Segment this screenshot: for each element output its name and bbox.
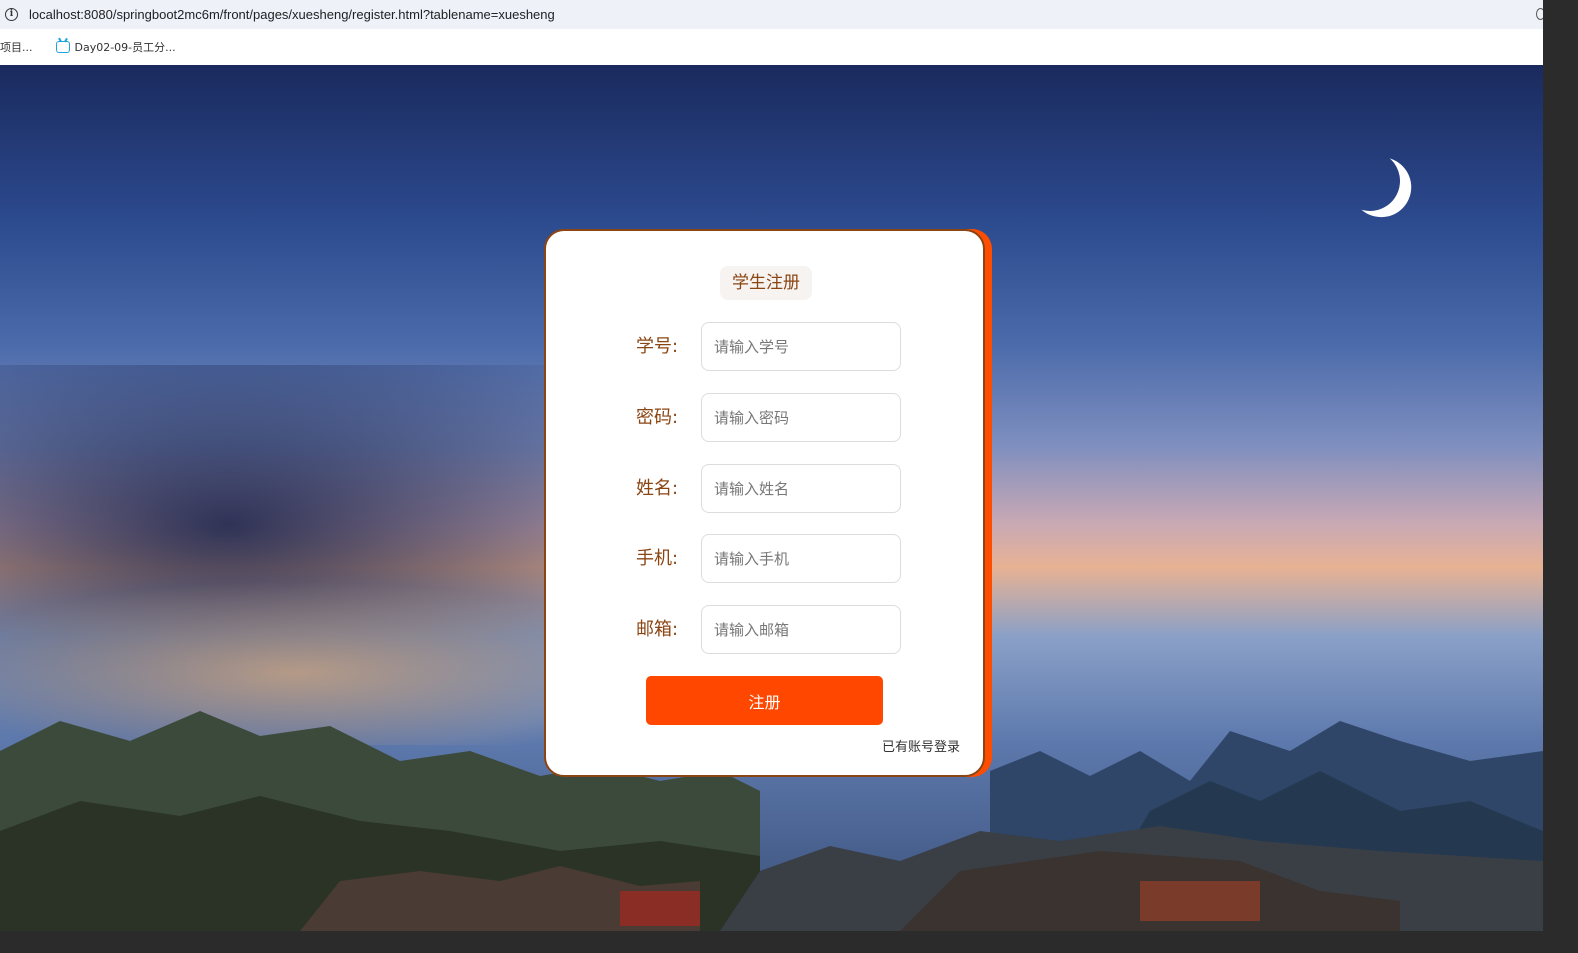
field-row-email: 邮箱:: [546, 605, 987, 655]
browser-window: i localhost:8080/springboot2mc6m/front/p…: [0, 0, 1543, 931]
bookmarks-bar: 项目... Day02-09-员工分...: [0, 29, 1543, 65]
bookmark-item[interactable]: 项目...: [0, 39, 33, 55]
student-id-input[interactable]: [701, 322, 901, 371]
bookmark-label: Day02-09-员工分...: [74, 41, 176, 54]
student-id-label: 学号:: [636, 336, 679, 357]
field-row-student-id: 学号:: [546, 322, 987, 372]
password-input[interactable]: [701, 393, 901, 442]
address-bar[interactable]: i localhost:8080/springboot2mc6m/front/p…: [0, 0, 1543, 29]
crescent-moon-icon: [1335, 146, 1405, 216]
password-label: 密码:: [636, 407, 679, 428]
phone-label: 手机:: [636, 548, 679, 569]
field-row-password: 密码:: [546, 393, 987, 443]
bookmark-label: 项目...: [0, 41, 33, 54]
login-link[interactable]: 已有账号登录: [882, 736, 960, 755]
bookmark-item[interactable]: Day02-09-员工分...: [55, 39, 176, 55]
site-info-icon[interactable]: i: [5, 8, 18, 21]
bilibili-icon: [55, 41, 70, 53]
phone-input[interactable]: [701, 534, 901, 583]
register-button[interactable]: 注册: [646, 676, 883, 725]
screen-edge-bottom: [0, 931, 1578, 953]
name-input[interactable]: [701, 464, 901, 513]
url-text[interactable]: localhost:8080/springboot2mc6m/front/pag…: [29, 7, 555, 22]
register-card: 学生注册 学号: 密码: 姓名: 手机: 邮箱: 注册 已有账号登录: [544, 229, 985, 777]
email-label: 邮箱:: [636, 619, 679, 640]
field-row-phone: 手机:: [546, 534, 987, 584]
email-input[interactable]: [701, 605, 901, 654]
name-label: 姓名:: [636, 478, 679, 499]
screen-edge-right: [1543, 0, 1578, 953]
page-title: 学生注册: [720, 266, 812, 300]
field-row-name: 姓名:: [546, 464, 987, 514]
refresh-icon[interactable]: [1536, 8, 1543, 20]
